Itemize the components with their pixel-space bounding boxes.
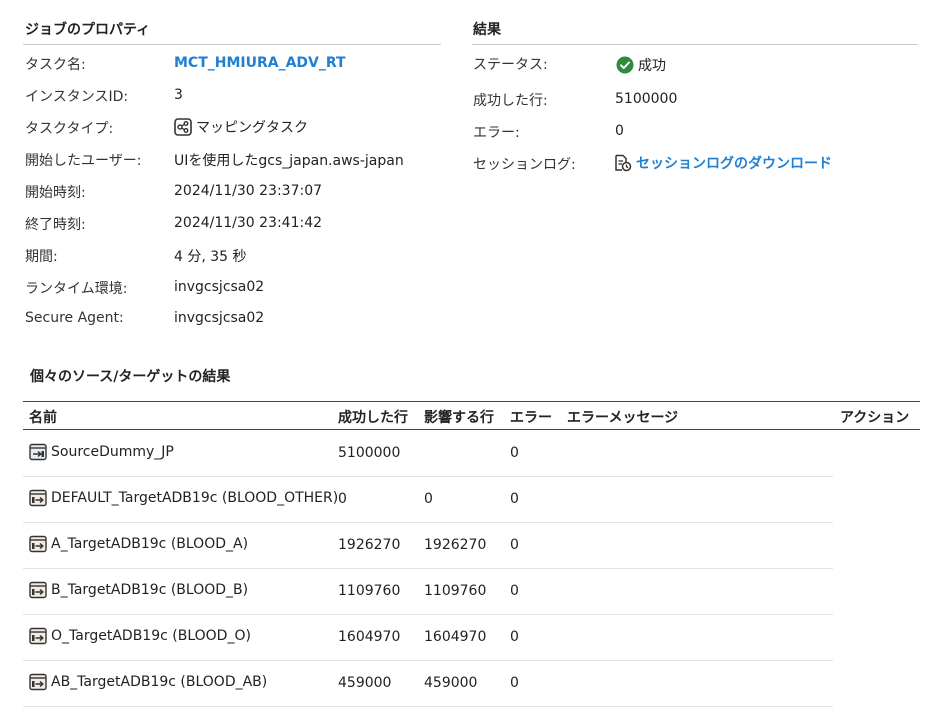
cell-errors: 0 (510, 675, 519, 691)
duration-label: 期間: (25, 249, 58, 265)
secure-agent-value: invgcsjcsa02 (174, 310, 265, 326)
header-success-rows: 成功した行 (338, 410, 408, 426)
row-name: SourceDummy_JP (51, 444, 174, 460)
target-icon (29, 581, 47, 599)
source-icon (29, 443, 47, 461)
target-icon (29, 489, 47, 507)
cell-affected-rows: 1926270 (424, 537, 487, 553)
row-name: O_TargetADB19c (BLOOD_O) (51, 628, 251, 644)
cell-success-rows: 0 (338, 491, 347, 507)
header-affected-rows: 影響する行 (424, 410, 494, 426)
cell-success-rows: 1604970 (338, 629, 401, 645)
session-log-download-link[interactable]: セッションログのダウンロード (636, 153, 832, 173)
start-time-label: 開始時刻: (25, 185, 86, 201)
cell-affected-rows: 459000 (424, 675, 478, 691)
cell-success-rows: 5100000 (338, 445, 401, 461)
task-name-link[interactable]: MCT_HMIURA_ADV_RT (174, 55, 346, 71)
end-time-label: 終了時刻: (25, 217, 86, 233)
header-action: アクション (840, 410, 910, 426)
errors-label: エラー: (473, 125, 520, 141)
job-properties-divider (23, 44, 441, 45)
instance-id-label: インスタンスID: (25, 89, 129, 105)
started-by-value: UIを使用したgcs_japan.aws-japan (174, 153, 404, 169)
header-error-message: エラーメッセージ (567, 410, 679, 426)
errors-value: 0 (615, 123, 624, 139)
job-properties-title: ジョブのプロパティ (25, 22, 151, 38)
instance-id-value: 3 (174, 87, 183, 103)
duration-value: 4 分, 35 秒 (174, 249, 247, 265)
cell-errors: 0 (510, 445, 519, 461)
cell-affected-rows: 0 (424, 491, 433, 507)
status-label: ステータス: (473, 57, 548, 73)
table-row: SourceDummy_JP 5100000 0 (23, 431, 833, 477)
cell-success-rows: 1926270 (338, 537, 401, 553)
check-circle-icon (616, 56, 634, 74)
success-rows-label: 成功した行: (473, 93, 548, 109)
table-row: O_TargetADB19c (BLOOD_O) 1604970 1604970 0 (23, 615, 833, 661)
task-type-value: マッピングタスク (196, 120, 308, 136)
status-value: 成功 (638, 58, 666, 74)
row-name: A_TargetADB19c (BLOOD_A) (51, 536, 249, 552)
cell-affected-rows: 1109760 (424, 583, 487, 599)
target-icon (29, 673, 47, 691)
runtime-env-value: invgcsjcsa02 (174, 279, 265, 295)
cell-errors: 0 (510, 491, 519, 507)
row-name: DEFAULT_TargetADB19c (BLOOD_OTHER) (51, 490, 339, 506)
row-name: B_TargetADB19c (BLOOD_B) (51, 582, 249, 598)
header-name: 名前 (29, 410, 57, 426)
results-table: 名前 成功した行 影響する行 エラー エラーメッセージ アクション (23, 401, 920, 430)
cell-name: AB_TargetADB19c (BLOOD_AB) (29, 673, 267, 691)
cell-success-rows: 1109760 (338, 583, 401, 599)
cell-errors: 0 (510, 629, 519, 645)
runtime-env-label: ランタイム環境: (25, 281, 128, 297)
cell-affected-rows: 1604970 (424, 629, 487, 645)
mapping-task-icon (174, 118, 192, 136)
log-download-icon[interactable] (614, 154, 632, 172)
task-type-label: タスクタイプ: (25, 121, 114, 137)
start-time-value: 2024/11/30 23:37:07 (174, 183, 323, 199)
table-row: B_TargetADB19c (BLOOD_B) 1109760 1109760 0 (23, 569, 833, 615)
end-time-value: 2024/11/30 23:41:42 (174, 215, 323, 231)
table-row: DEFAULT_TargetADB19c (BLOOD_OTHER) 0 0 0 (23, 477, 833, 523)
target-icon (29, 535, 47, 553)
success-rows-value: 5100000 (615, 91, 678, 107)
task-name-label: タスク名: (25, 57, 86, 73)
results-divider (472, 44, 918, 45)
cell-name: DEFAULT_TargetADB19c (BLOOD_OTHER) (29, 489, 338, 507)
cell-name: SourceDummy_JP (29, 443, 174, 461)
cell-errors: 0 (510, 537, 519, 553)
table-row: AB_TargetADB19c (BLOOD_AB) 459000 459000 0 (23, 661, 833, 707)
session-log-label: セッションログ: (473, 157, 576, 173)
results-title: 結果 (473, 22, 501, 38)
cell-name: B_TargetADB19c (BLOOD_B) (29, 581, 248, 599)
table-row: A_TargetADB19c (BLOOD_A) 1926270 1926270 0 (23, 523, 833, 569)
cell-errors: 0 (510, 583, 519, 599)
secure-agent-label: Secure Agent: (25, 310, 124, 326)
target-icon (29, 627, 47, 645)
individual-results-title: 個々のソース/ターゲットの結果 (30, 369, 231, 385)
table-header: 名前 成功した行 影響する行 エラー エラーメッセージ アクション (23, 401, 920, 430)
started-by-label: 開始したユーザー: (25, 153, 142, 169)
row-name: AB_TargetADB19c (BLOOD_AB) (51, 674, 268, 690)
cell-name: O_TargetADB19c (BLOOD_O) (29, 627, 251, 645)
cell-name: A_TargetADB19c (BLOOD_A) (29, 535, 248, 553)
cell-success-rows: 459000 (338, 675, 392, 691)
header-errors: エラー (510, 410, 552, 426)
